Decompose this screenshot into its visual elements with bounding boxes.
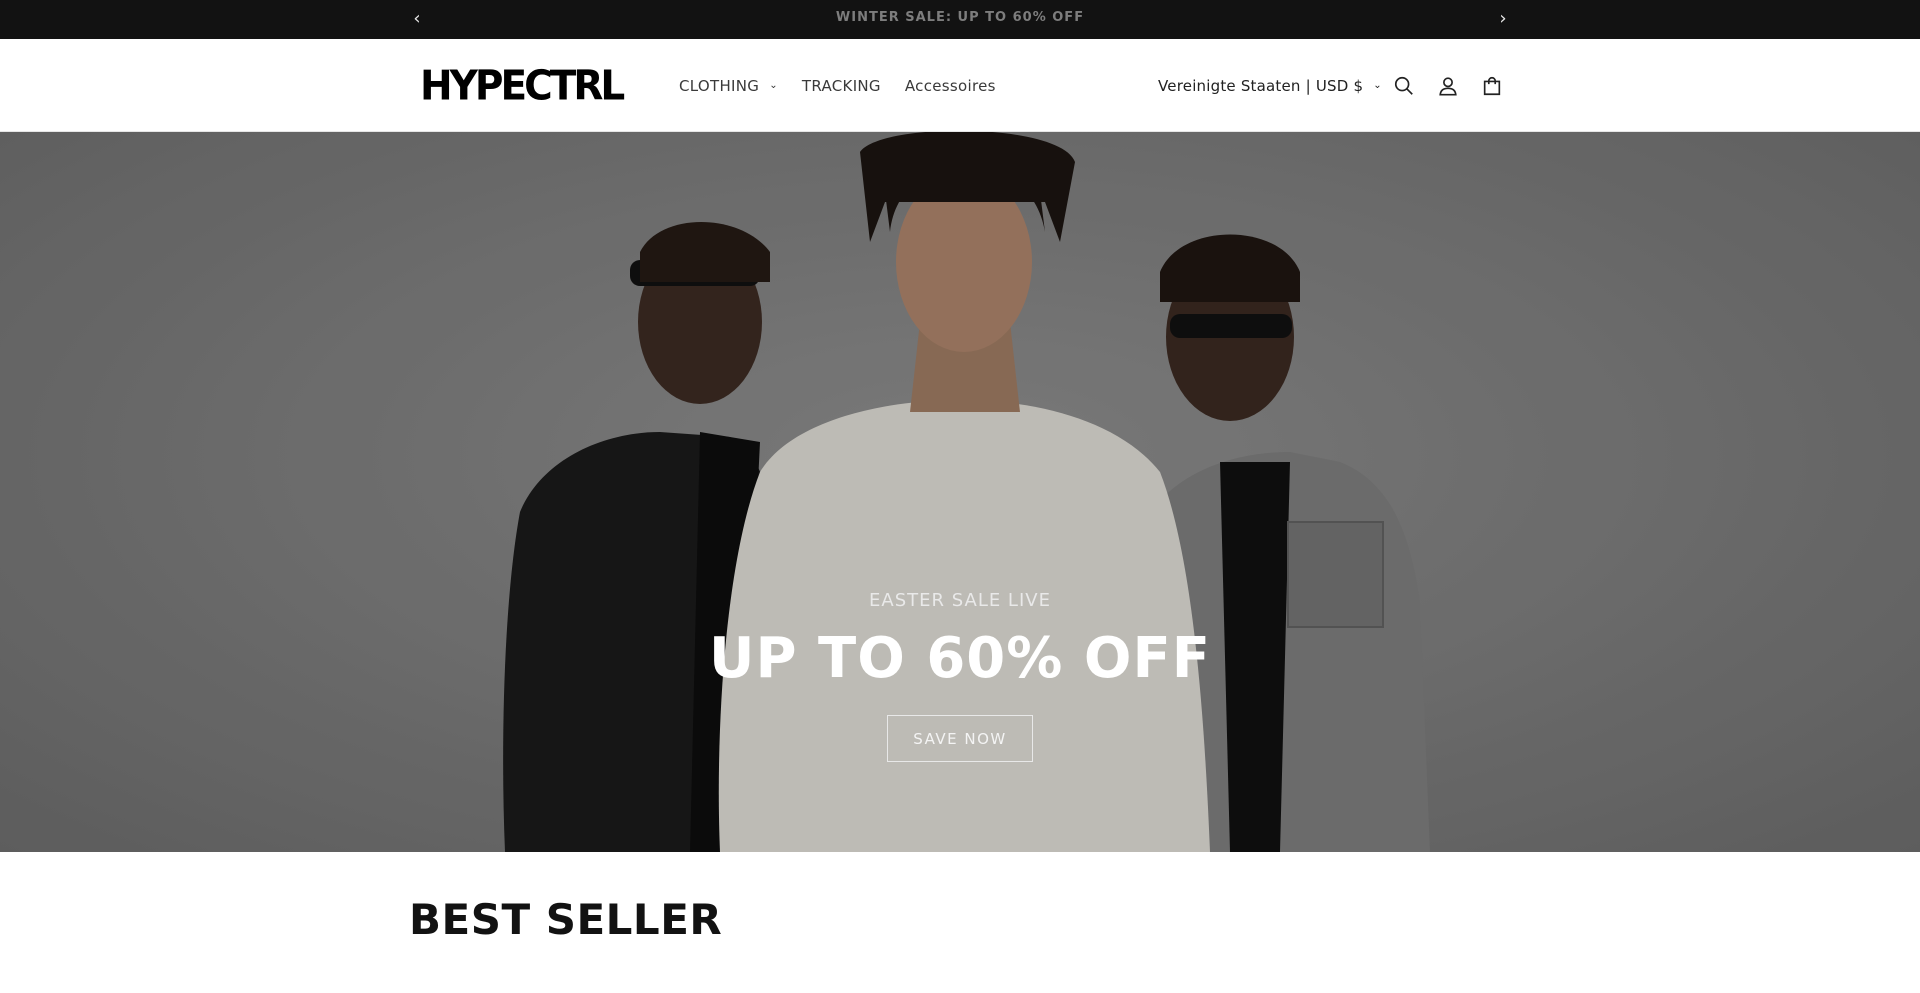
nav-item-accessoires[interactable]: Accessoires (905, 77, 996, 95)
region-label: Vereinigte Staaten | USD $ (1158, 76, 1364, 95)
announcement-message: WINTER SALE: UP TO 60% OFF (835, 10, 1085, 25)
announcement-next-arrow[interactable]: › (1488, 0, 1518, 39)
nav-item-label: CLOTHING (679, 76, 760, 95)
hero-banner: EASTER SALE LIVE UP TO 60% OFF SAVE NOW (0, 132, 1920, 852)
nav-item-clothing[interactable]: CLOTHING ⌄ (679, 77, 778, 95)
account-icon[interactable] (1434, 72, 1462, 100)
save-now-button[interactable]: SAVE NOW (887, 715, 1033, 762)
announcement-bar: ‹ WINTER SALE: UP TO 60% OFF › (0, 0, 1920, 39)
brand-logo[interactable]: HYPECTRL (420, 65, 625, 108)
region-selector[interactable]: Vereinigte Staaten | USD $ ⌄ (1158, 39, 1382, 132)
cart-icon[interactable] (1478, 72, 1506, 100)
search-icon[interactable] (1390, 72, 1418, 100)
nav-item-tracking[interactable]: TRACKING (802, 77, 881, 95)
main-nav: CLOTHING ⌄ TRACKING Accessoires (679, 39, 1020, 132)
chevron-down-icon: ⌄ (769, 80, 778, 91)
best-seller-heading: BEST SELLER (409, 895, 723, 944)
hero-title: UP TO 60% OFF (709, 626, 1211, 691)
nav-item-label: TRACKING (801, 76, 881, 95)
chevron-down-icon: ⌄ (1373, 80, 1382, 91)
nav-item-label: Accessoires (904, 76, 996, 95)
site-header: HYPECTRL CLOTHING ⌄ TRACKING Accessoires… (0, 39, 1920, 132)
hero-subtitle: EASTER SALE LIVE (869, 590, 1051, 611)
